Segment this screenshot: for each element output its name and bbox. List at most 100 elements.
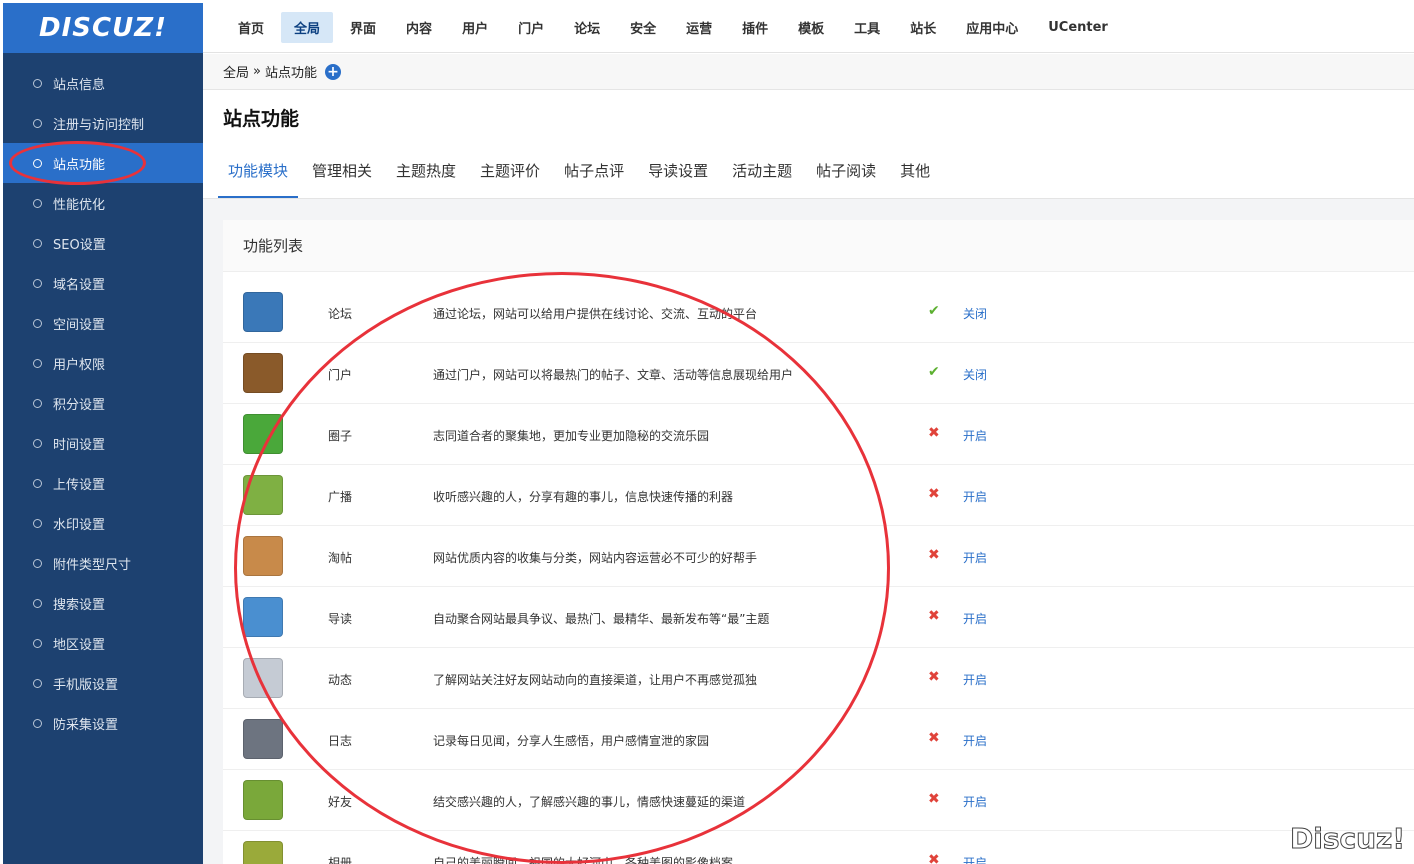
toggle-link[interactable]: 开启 xyxy=(963,732,987,749)
top-nav-item[interactable]: 插件 xyxy=(729,12,781,43)
breadcrumb-root[interactable]: 全局 xyxy=(223,62,249,81)
toggle-link[interactable]: 开启 xyxy=(963,427,987,444)
top-nav-item[interactable]: 论坛 xyxy=(561,12,613,43)
top-nav-item[interactable]: 安全 xyxy=(617,12,669,43)
feature-name: 广播 xyxy=(328,490,353,504)
sidebar-item-label: 域名设置 xyxy=(53,277,106,293)
plus-circle-icon[interactable]: + xyxy=(325,63,341,80)
top-nav-item[interactable]: 模板 xyxy=(785,12,837,43)
top-nav-item[interactable]: 应用中心 xyxy=(953,12,1031,43)
top-nav-item[interactable]: 首页 xyxy=(225,12,277,43)
sidebar-item-label: 地区设置 xyxy=(53,637,106,653)
feature-name: 好友 xyxy=(328,795,353,809)
sidebar-item[interactable]: 防采集设置 xyxy=(3,703,203,743)
sidebar-item[interactable]: 性能优化 xyxy=(3,183,203,223)
sidebar-item-label: 水印设置 xyxy=(53,517,106,533)
feature-description: 网站优质内容的收集与分类，网站内容运营必不可少的好帮手 xyxy=(433,551,758,565)
top-nav-item[interactable]: 用户 xyxy=(449,12,501,43)
feature-name: 论坛 xyxy=(328,307,353,321)
table-row: 日志 记录每日见闻，分享人生感悟，用户感情宣泄的家园 ✖ 开启 xyxy=(223,709,1414,770)
sidebar-item[interactable]: 站点功能 xyxy=(3,143,203,183)
collection-icon xyxy=(243,536,283,576)
sidebar-item[interactable]: 注册与访问控制 xyxy=(3,103,203,143)
feature-description: 收听感兴趣的人，分享有趣的事儿，信息快速传播的利器 xyxy=(433,490,734,504)
sidebar-item[interactable]: 地区设置 xyxy=(3,623,203,663)
feature-description: 结交感兴趣的人，了解感兴趣的事儿，情感快速蔓延的渠道 xyxy=(433,795,746,809)
toggle-link[interactable]: 开启 xyxy=(963,549,987,566)
tab[interactable]: 帖子点评 xyxy=(554,152,634,198)
sidebar-item[interactable]: SEO设置 xyxy=(3,223,203,263)
tab[interactable]: 其他 xyxy=(890,152,940,198)
cross-icon: ✖ xyxy=(928,791,940,807)
feature-name: 淘帖 xyxy=(328,551,353,565)
top-nav-item[interactable]: 内容 xyxy=(393,12,445,43)
sidebar-item[interactable]: 水印设置 xyxy=(3,503,203,543)
feature-name: 动态 xyxy=(328,673,353,687)
sidebar-item[interactable]: 域名设置 xyxy=(3,263,203,303)
bullet-icon xyxy=(33,318,42,328)
table-row: 论坛 通过论坛，网站可以给用户提供在线讨论、交流、互动的平台 ✔ 关闭 xyxy=(223,282,1414,343)
top-nav-item[interactable]: 运营 xyxy=(673,12,725,43)
table-row: 广播 收听感兴趣的人，分享有趣的事儿，信息快速传播的利器 ✖ 开启 xyxy=(223,465,1414,526)
bullet-icon xyxy=(33,558,42,568)
top-nav-item[interactable]: UCenter xyxy=(1035,14,1121,41)
sidebar-item[interactable]: 搜索设置 xyxy=(3,583,203,623)
sidebar-menu: 站点信息 注册与访问控制站点功能性能优化 SEO设置域名设置空间设置 用户权限 积分设置… xyxy=(3,63,203,743)
top-nav: 首页 全局 界面 内容 用户 门户 论坛 安全 运营 插件 模板 工具 站长 应用中心 UCenter xyxy=(203,3,1414,53)
table-row: 门户 通过门户，网站可以将最热门的帖子、文章、活动等信息展现给用户 ✔ 关闭 xyxy=(223,343,1414,404)
panel-title: 功能列表 xyxy=(223,220,1414,272)
tab[interactable]: 主题评价 xyxy=(470,152,550,198)
toggle-link[interactable]: 开启 xyxy=(963,610,987,627)
tab[interactable]: 功能模块 xyxy=(218,152,299,198)
top-nav-item[interactable]: 工具 xyxy=(841,12,893,43)
broadcast-icon xyxy=(243,475,283,515)
toggle-link[interactable]: 开启 xyxy=(963,793,987,810)
table-row: 动态 了解网站关注好友网站动向的直接渠道，让用户不再感觉孤独 ✖ 开启 xyxy=(223,648,1414,709)
toggle-link[interactable]: 开启 xyxy=(963,854,987,864)
portal-icon xyxy=(243,353,283,393)
toggle-link[interactable]: 关闭 xyxy=(963,366,987,383)
cross-icon: ✖ xyxy=(928,486,940,502)
sidebar-item[interactable]: 时间设置 xyxy=(3,423,203,463)
bullet-icon xyxy=(33,518,42,528)
forum-icon xyxy=(243,292,283,332)
top-nav-item[interactable]: 门户 xyxy=(505,12,557,43)
breadcrumb-current: 站点功能 xyxy=(264,66,317,81)
logo: DISCUZ! xyxy=(3,3,203,53)
top-nav-item[interactable]: 界面 xyxy=(337,12,389,43)
check-icon: ✔ xyxy=(928,303,940,319)
sidebar-item[interactable]: 积分设置 xyxy=(3,383,203,423)
cross-icon: ✖ xyxy=(928,425,940,441)
tab[interactable]: 活动主题 xyxy=(722,152,802,198)
album-icon xyxy=(243,841,283,864)
tab[interactable]: 主题热度 xyxy=(386,152,466,198)
toggle-link[interactable]: 关闭 xyxy=(963,305,987,322)
table-row: 好友 结交感兴趣的人，了解感兴趣的事儿，情感快速蔓延的渠道 ✖ 开启 xyxy=(223,770,1414,831)
top-nav-item[interactable]: 全局 xyxy=(281,12,334,43)
toggle-link[interactable]: 开启 xyxy=(963,671,987,688)
top-nav-item[interactable]: 站长 xyxy=(897,12,949,43)
sidebar-item[interactable]: 附件类型尺寸 xyxy=(3,543,203,583)
sidebar-item-label: 搜索设置 xyxy=(53,597,106,613)
sidebar-item[interactable]: 上传设置 xyxy=(3,463,203,503)
sidebar-item[interactable]: 空间设置 xyxy=(3,303,203,343)
sidebar-item[interactable]: 手机版设置 xyxy=(3,663,203,703)
feature-name: 日志 xyxy=(328,734,353,748)
friends-icon xyxy=(243,780,283,820)
breadcrumb: 全局 » 站点功能 + xyxy=(203,54,1414,90)
breadcrumb-separator: » xyxy=(253,64,261,79)
tab[interactable]: 帖子阅读 xyxy=(806,152,886,198)
tab[interactable]: 导读设置 xyxy=(638,152,718,198)
tab[interactable]: 管理相关 xyxy=(302,152,382,198)
feature-description: 通过门户，网站可以将最热门的帖子、文章、活动等信息展现给用户 xyxy=(433,368,794,382)
feature-panel: 功能列表 论坛 通过论坛，网站可以给用户提供在线讨论、交流、互动的平台 ✔ 关闭 门户通… xyxy=(223,220,1414,864)
blog-icon xyxy=(243,719,283,759)
bullet-icon xyxy=(33,278,42,288)
tab-bar: 功能模块 管理相关 主题热度 主题评价 帖子点评 导读设置 活动主题 帖子阅读 其他 xyxy=(218,152,944,198)
sidebar-item[interactable]: 站点信息 xyxy=(3,63,203,103)
sidebar-item[interactable]: 用户权限 xyxy=(3,343,203,383)
sidebar-item-label: 站点功能 xyxy=(53,157,106,173)
cross-icon: ✖ xyxy=(928,730,940,746)
toggle-link[interactable]: 开启 xyxy=(963,488,987,505)
feature-description: 自己的美丽瞬间、祖国的大好河山，各种美图的影像档案 xyxy=(433,856,734,864)
